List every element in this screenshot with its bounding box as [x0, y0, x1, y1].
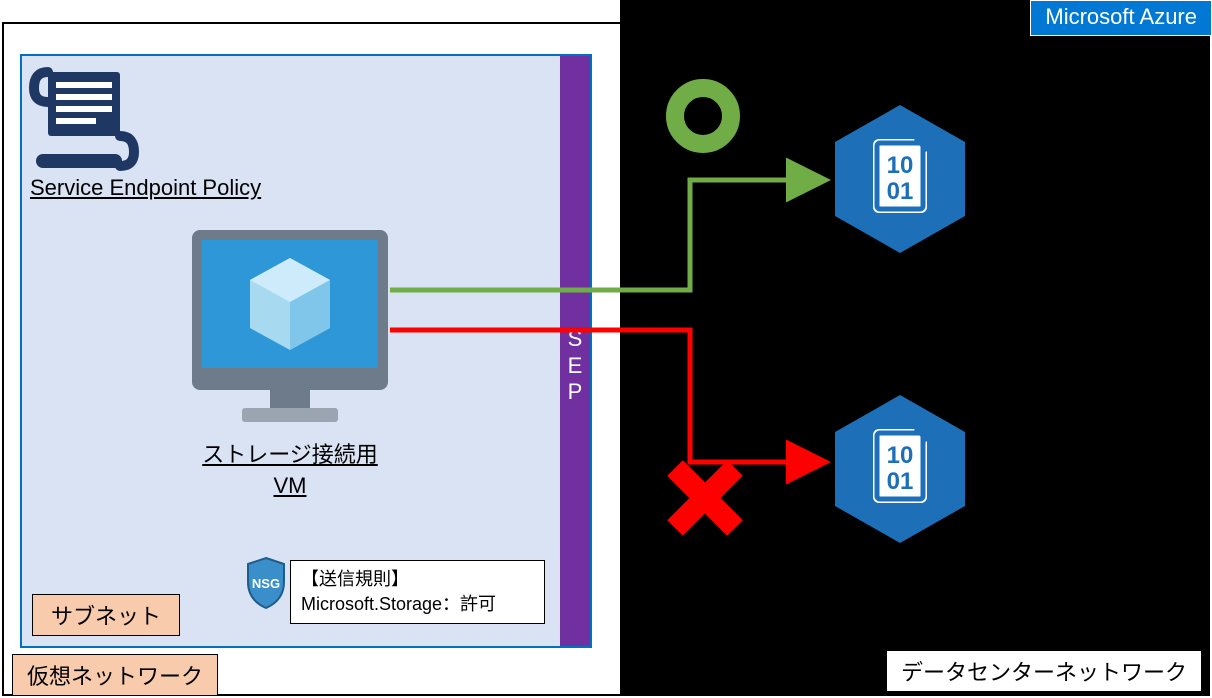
nsg-rule-box: 【送信規則】 Microsoft.Storage：許可: [290, 560, 545, 624]
sep-label-e: E: [568, 353, 583, 379]
datacenter-network-label: データセンターネットワーク: [886, 650, 1202, 692]
azure-label: Microsoft Azure: [1030, 0, 1212, 36]
service-endpoint-policy-title: Service Endpoint Policy: [30, 175, 261, 201]
sep-label-s: S: [568, 326, 583, 352]
vm-title-line1: ストレージ接続用: [202, 442, 378, 467]
vm-title: ストレージ接続用 VM: [195, 440, 385, 502]
sep-bar: S E P: [560, 56, 590, 646]
nsg-rule-body: Microsoft.Storage：許可: [301, 592, 534, 617]
subnet-label: サブネット: [32, 594, 180, 636]
virtual-network-label: 仮想ネットワーク: [12, 654, 218, 696]
vm-title-line2: VM: [274, 473, 307, 498]
diagram-canvas: S E P サブネット Service Endpoint Policy ストレー…: [0, 0, 1212, 698]
nsg-rule-header: 【送信規則】: [301, 567, 534, 592]
sep-label-p: P: [568, 379, 583, 405]
subnet-container: S E P サブネット: [20, 54, 592, 648]
